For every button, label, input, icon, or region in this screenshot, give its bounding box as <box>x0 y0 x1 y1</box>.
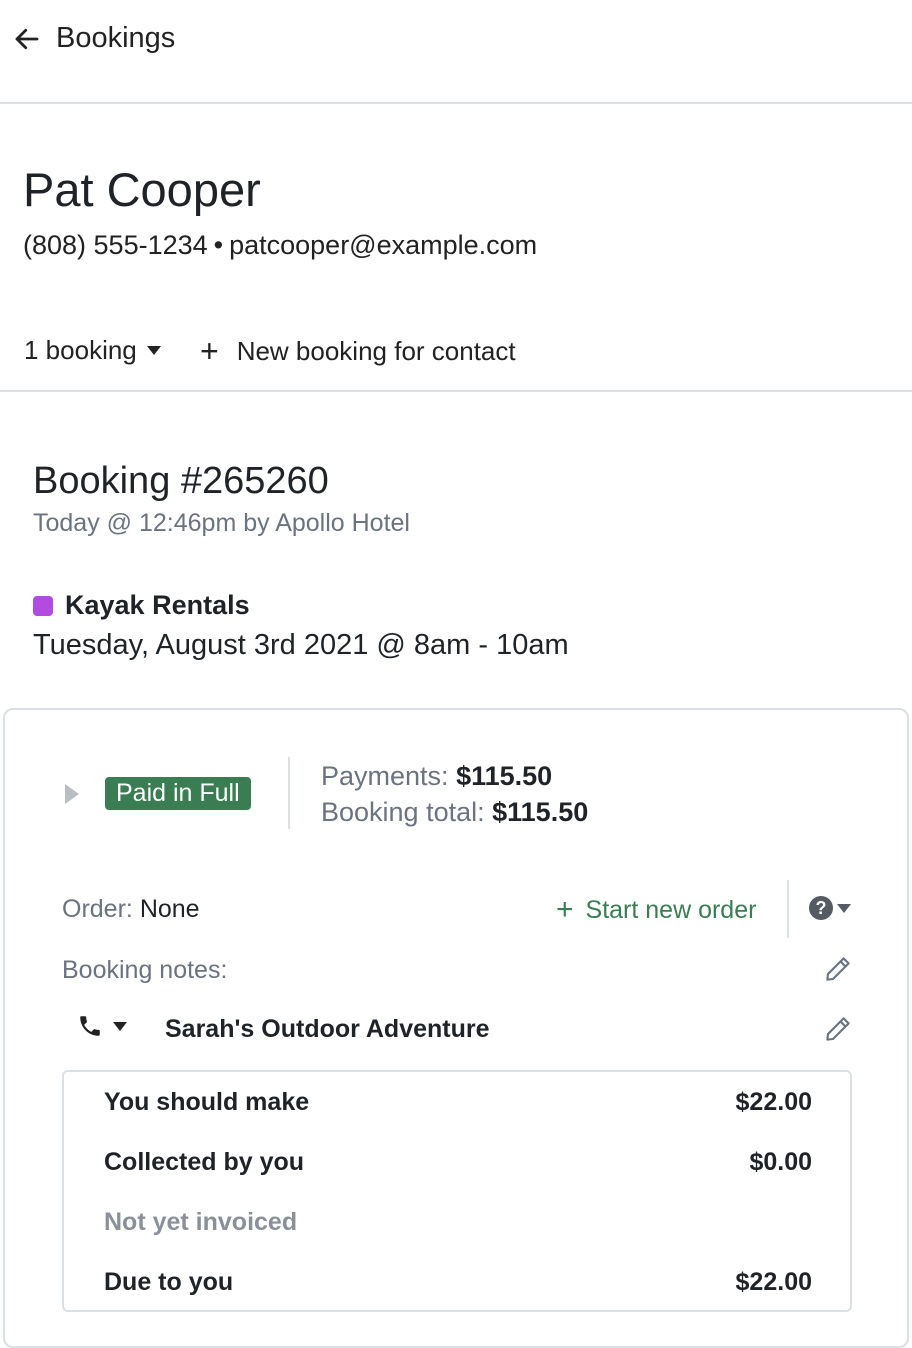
back-label: Bookings <box>56 22 176 54</box>
order-value: None <box>139 895 200 923</box>
bookings-count: 1 booking <box>24 335 137 365</box>
summary-value: $0.00 <box>749 1148 812 1176</box>
edit-notes-pencil-icon[interactable] <box>823 954 853 984</box>
summary-row: Due to you $22.00 <box>104 1268 812 1297</box>
order-label: Order: <box>62 895 133 923</box>
summary-label: Due to you <box>104 1268 234 1296</box>
booking-subtitle: Today @ 12:46pm by Apollo Hotel <box>33 509 410 537</box>
start-new-order-button[interactable]: + Start new order <box>556 895 756 925</box>
back-to-bookings-link[interactable]: Bookings <box>12 22 175 55</box>
contact-header: Pat Cooper (808) 555-1234 • patcooper@exam… <box>23 164 537 261</box>
contact-actions-bar: 1 booking + New booking for contact <box>0 318 912 392</box>
agent-name: Sarah's Outdoor Adventure <box>165 1015 490 1043</box>
booking-total-label: Booking total: <box>321 797 485 827</box>
summary-label: Not yet invoiced <box>104 1208 298 1236</box>
summary-row: Not yet invoiced <box>104 1208 812 1237</box>
contact-name: Pat Cooper <box>23 163 261 216</box>
summary-label: You should make <box>104 1088 310 1116</box>
summary-label: Collected by you <box>104 1148 305 1176</box>
booking-title: Booking #265260 <box>33 460 329 502</box>
expand-triangle-icon[interactable] <box>65 784 79 804</box>
payments-label: Payments: <box>321 761 449 791</box>
payment-status-badge: Paid in Full <box>105 777 251 810</box>
booking-header: Booking #265260 Today @ 12:46pm by Apoll… <box>33 460 410 538</box>
booking-payment-card: Paid in Full Payments: $115.50 Booking t… <box>3 708 909 1348</box>
contact-separator: • <box>213 229 224 260</box>
booking-total-value: $115.50 <box>492 797 589 827</box>
contact-phone: (808) 555-1234 <box>23 229 208 260</box>
top-bar: Bookings <box>0 0 912 104</box>
summary-row: You should make $22.00 <box>104 1088 812 1117</box>
caret-down-icon <box>146 346 161 355</box>
phone-icon <box>80 1016 100 1036</box>
new-booking-button[interactable]: + New booking for contact <box>200 335 516 367</box>
plus-icon: + <box>556 893 574 926</box>
new-booking-label: New booking for contact <box>236 335 516 366</box>
commission-summary-table: You should make $22.00 Collected by you … <box>62 1070 852 1312</box>
caret-down-icon <box>837 903 851 913</box>
summary-value: $22.00 <box>735 1268 812 1296</box>
bookings-dropdown[interactable]: 1 booking <box>24 335 161 366</box>
edit-agent-pencil-icon[interactable] <box>823 1014 853 1044</box>
activity-color-swatch <box>33 595 53 616</box>
arrow-left-icon <box>15 28 39 49</box>
help-dropdown[interactable]: ? <box>809 896 851 920</box>
question-circle-icon: ? <box>809 896 833 920</box>
summary-row: Collected by you $0.00 <box>104 1148 812 1177</box>
contact-details: (808) 555-1234 • patcooper@example.com <box>23 230 537 261</box>
payment-summary: Payments: $115.50 Booking total: $115.50 <box>321 758 588 830</box>
contact-method-dropdown[interactable] <box>77 1013 127 1039</box>
activity-name: Kayak Rentals <box>65 590 250 620</box>
booking-notes-label: Booking notes: <box>62 956 228 984</box>
start-order-label: Start new order <box>585 895 757 924</box>
order-row: Order: None <box>62 895 200 924</box>
activity-info: Kayak Rentals Tuesday, August 3rd 2021 @… <box>33 590 569 662</box>
plus-icon: + <box>200 333 219 369</box>
summary-value: $22.00 <box>735 1088 812 1116</box>
divider <box>288 757 290 829</box>
payments-value: $115.50 <box>456 761 553 791</box>
activity-datetime: Tuesday, August 3rd 2021 @ 8am - 10am <box>33 629 569 661</box>
contact-email: patcooper@example.com <box>229 229 538 260</box>
caret-down-icon <box>113 1021 127 1031</box>
divider <box>787 880 789 938</box>
